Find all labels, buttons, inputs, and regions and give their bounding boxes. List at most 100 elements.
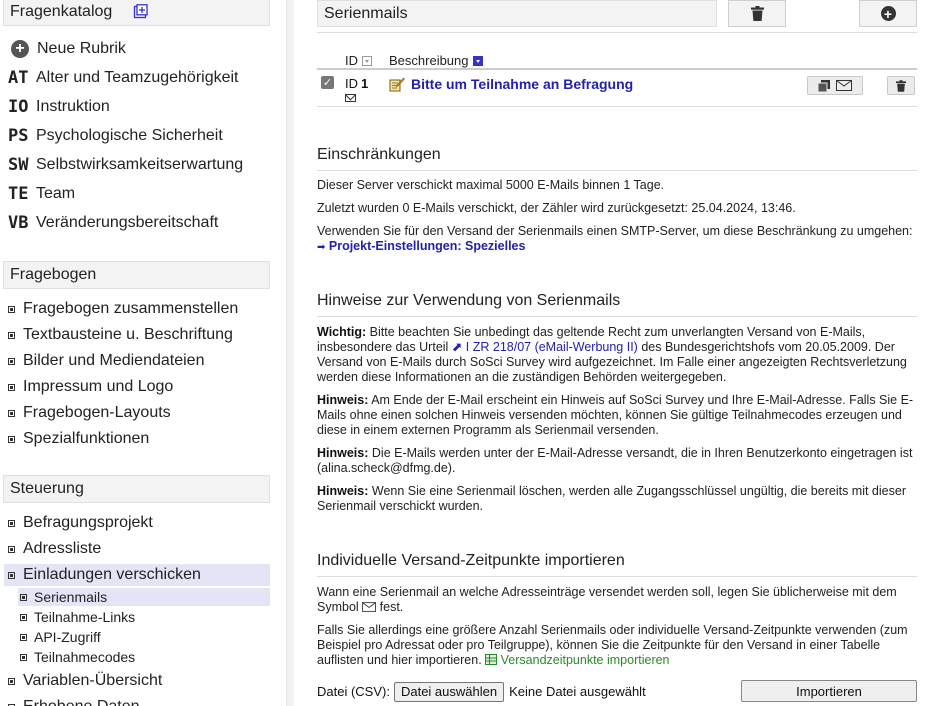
mail-description-link[interactable]: Bitte um Teilnahme an Befragung xyxy=(389,76,633,92)
bullet-icon xyxy=(8,519,15,527)
nav-item-text-blocks[interactable]: Textbausteine u. Beschriftung xyxy=(6,324,233,346)
col-header-desc-label: Beschreibung xyxy=(389,53,469,68)
bullet-icon xyxy=(8,331,15,339)
file-status: Keine Datei ausgewählt xyxy=(509,684,646,699)
nav-item-label: Erhobene Daten xyxy=(23,698,140,706)
nav-item-compose[interactable]: Fragebogen zusammenstellen xyxy=(6,298,238,320)
nav-item-address-list[interactable]: Adressliste xyxy=(6,538,101,560)
catalog-title: Fragenkatalog xyxy=(10,3,113,20)
delete-mail-button[interactable] xyxy=(728,0,786,27)
nav-item-variables[interactable]: Variablen-Übersicht xyxy=(6,670,162,692)
import-text-1: Wann eine Serienmail an welche Adressein… xyxy=(317,585,917,615)
catalog-item-ps[interactable]: PS Psychologische Sicherheit xyxy=(8,124,223,148)
note-label: Hinweis: xyxy=(317,446,369,460)
catalog-item-label: Team xyxy=(36,185,76,202)
panel-scrollbar[interactable] xyxy=(286,0,294,706)
bullet-icon xyxy=(20,653,27,661)
nav-item-label: Adressliste xyxy=(23,540,102,557)
nav-item-label: Variablen-Übersicht xyxy=(23,672,163,689)
subnav-item-label: API-Zugriff xyxy=(34,629,101,645)
add-circle-icon: + xyxy=(11,40,29,58)
nav-item-label: Fragebogen-Layouts xyxy=(23,404,171,421)
catalog-item-io[interactable]: IO Instruktion xyxy=(8,95,110,119)
catalog-item-label: Instruktion xyxy=(36,98,110,115)
note-label: Hinweis: xyxy=(317,393,369,407)
nav-item-send-invitations[interactable]: Einladungen verschicken xyxy=(4,564,270,586)
page-title: Serienmails xyxy=(324,5,408,22)
note-label: Wichtig: xyxy=(317,325,367,339)
bullet-icon xyxy=(8,545,15,553)
catalog-edit-icon[interactable] xyxy=(133,4,148,19)
control-section-header: Steuerung xyxy=(3,475,270,503)
nav-item-layouts[interactable]: Fragebogen-Layouts xyxy=(6,402,171,424)
copy-send-button-group[interactable] xyxy=(807,76,863,95)
nav-item-collected-data[interactable]: Erhobene Daten xyxy=(6,696,140,706)
bullet-icon xyxy=(20,593,27,601)
sidebar: Fragenkatalog + Neue Rubrik AT Alter und… xyxy=(0,0,278,706)
subnav-item-participation-links[interactable]: Teilnahme-Links xyxy=(18,608,135,626)
import-text-1a: Wann eine Serienmail an welche Adressein… xyxy=(317,585,897,614)
col-header-id[interactable]: ID xyxy=(345,53,372,68)
row-id-value: 1 xyxy=(361,76,369,91)
restrictions-heading: Einschränkungen xyxy=(317,146,917,171)
note-3: Hinweis: Die E-Mails werden unter der E-… xyxy=(317,446,917,476)
catalog-item-at[interactable]: AT Alter und Teamzugehörigkeit xyxy=(8,66,239,90)
catalog-item-code: VB xyxy=(8,213,29,233)
envelope-icon xyxy=(362,602,377,612)
delete-row-button[interactable] xyxy=(887,76,915,95)
catalog-section-header: Fragenkatalog xyxy=(3,0,270,26)
bullet-icon xyxy=(20,633,27,641)
nav-item-special[interactable]: Spezialfunktionen xyxy=(6,428,149,450)
nav-item-label: Impressum und Logo xyxy=(23,378,174,395)
note-text: Die E-Mails werden unter der E-Mail-Adre… xyxy=(317,446,913,475)
catalog-item-code: PS xyxy=(8,126,29,146)
import-times-link[interactable]: Versandzeitpunkte importieren xyxy=(501,653,670,667)
row-checkbox[interactable]: ✓ xyxy=(321,76,334,89)
subnav-item-label: Teilnahmecodes xyxy=(34,649,136,665)
bullet-icon xyxy=(20,613,27,621)
catalog-item-vb[interactable]: VB Veränderungsbereitschaft xyxy=(8,211,218,235)
add-mail-button[interactable]: + xyxy=(859,0,917,27)
subnav-item-api[interactable]: API-Zugriff xyxy=(18,628,101,646)
bullet-icon xyxy=(8,571,15,579)
arrow-link-icon: ➡ xyxy=(317,242,326,253)
import-button[interactable]: Importieren xyxy=(741,680,917,702)
note-text: Wenn Sie eine Serienmail löschen, werden… xyxy=(317,484,906,513)
subnav-item-label: Teilnahme-Links xyxy=(34,609,136,625)
note-4: Hinweis: Wenn Sie eine Serienmail lösche… xyxy=(317,484,917,514)
sort-active-icon xyxy=(472,55,483,66)
bullet-icon xyxy=(8,357,15,365)
catalog-item-te[interactable]: TE Team xyxy=(8,182,75,206)
nav-item-label: Bilder und Mediendateien xyxy=(23,352,205,369)
import-text-1b: fest. xyxy=(379,600,404,614)
bullet-icon xyxy=(8,435,15,443)
nav-item-media[interactable]: Bilder und Mediendateien xyxy=(6,350,204,372)
project-settings-link[interactable]: Projekt-Einstellungen: Spezielles xyxy=(329,239,526,253)
nav-item-label: Spezialfunktionen xyxy=(23,430,150,447)
court-ruling-link[interactable]: I ZR 218/07 (eMail-Werbung II) xyxy=(466,340,638,354)
notes-heading: Hinweise zur Verwendung von Serienmails xyxy=(317,292,917,317)
choose-file-button[interactable]: Datei auswählen xyxy=(393,681,505,702)
catalog-item-new-section[interactable]: + Neue Rubrik xyxy=(8,37,126,61)
restrictions-text-3: Verwenden Sie für den Versand der Serien… xyxy=(317,224,917,255)
nav-item-project[interactable]: Befragungsprojekt xyxy=(6,512,153,534)
catalog-item-label: Psychologische Sicherheit xyxy=(36,127,223,144)
catalog-item-label: Veränderungsbereitschaft xyxy=(36,214,219,231)
catalog-item-sw[interactable]: SW Selbstwirksamkeitserwartung xyxy=(8,153,243,177)
nav-item-label: Befragungsprojekt xyxy=(23,514,153,531)
envelope-icon xyxy=(836,80,852,91)
col-header-id-label: ID xyxy=(345,53,358,68)
subnav-item-codes[interactable]: Teilnahmecodes xyxy=(18,648,135,666)
envelope-icon[interactable] xyxy=(345,94,356,102)
page-title-bar: Serienmails xyxy=(317,0,717,27)
divider xyxy=(317,32,917,33)
nav-item-imprint[interactable]: Impressum und Logo xyxy=(6,376,173,398)
col-header-description[interactable]: Beschreibung xyxy=(389,53,483,68)
restrictions-text-1: Dieser Server verschickt maximal 5000 E-… xyxy=(317,178,665,192)
catalog-item-label: Alter und Teamzugehörigkeit xyxy=(36,69,239,86)
subnav-item-serial-mails[interactable]: Serienmails xyxy=(18,588,270,606)
bullet-icon xyxy=(8,677,15,685)
catalog-item-label: Selbstwirksamkeitserwartung xyxy=(36,156,244,173)
note-important: Wichtig: Bitte beachten Sie unbedingt da… xyxy=(317,325,917,385)
restrictions-text-2: Zuletzt wurden 0 E-Mails verschickt, der… xyxy=(317,201,796,215)
